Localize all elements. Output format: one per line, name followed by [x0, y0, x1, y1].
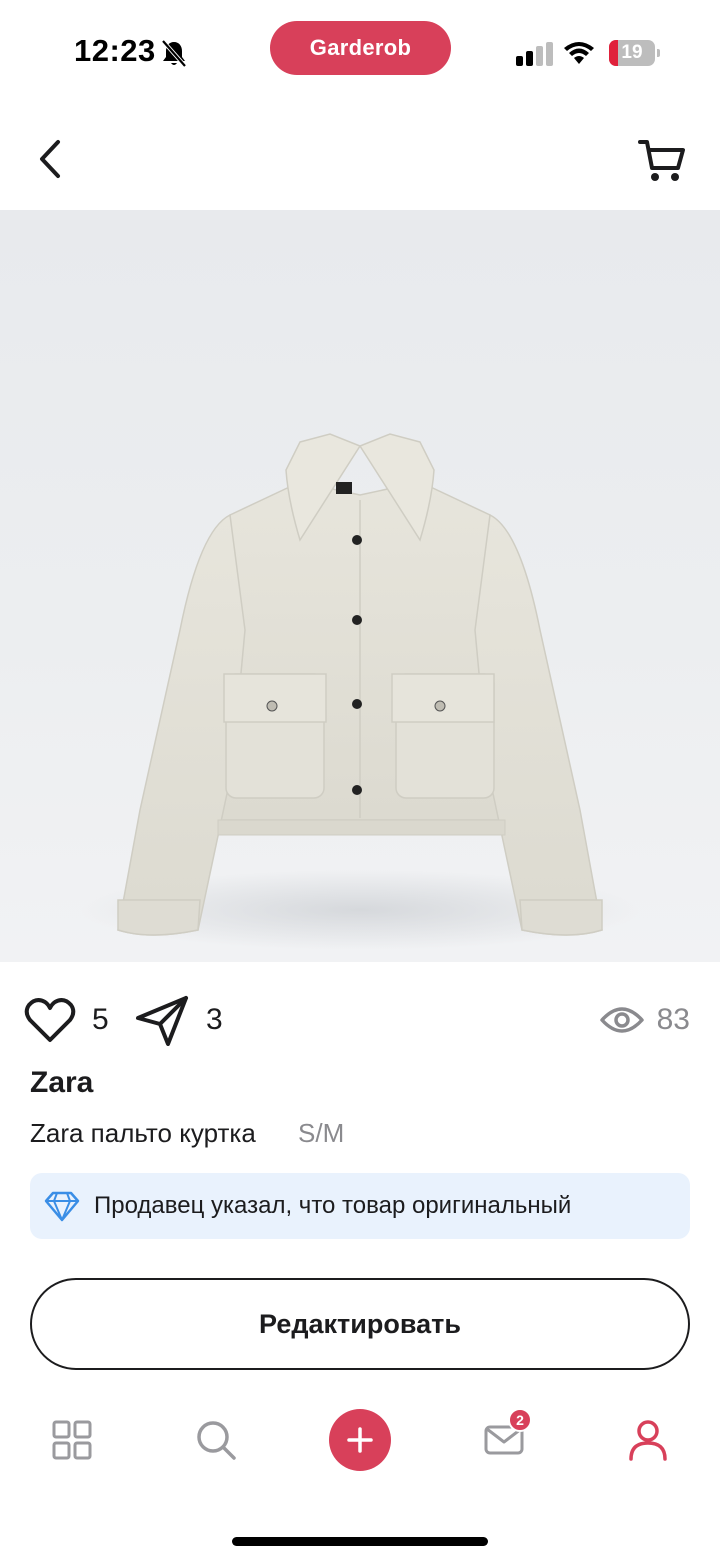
chevron-left-icon[interactable] [30, 134, 74, 184]
likes-count: 5 [92, 1003, 109, 1036]
grid-icon [52, 1420, 92, 1460]
product-actions: 5 3 83 [0, 985, 720, 1055]
views-count: 83 [656, 1003, 690, 1036]
shares-count: 3 [206, 1003, 223, 1036]
home-indicator [232, 1537, 488, 1546]
jacket-illustration [80, 433, 640, 950]
views-counter: 83 [599, 985, 690, 1055]
send-icon [136, 996, 188, 1046]
nav-bar [0, 100, 720, 210]
edit-button[interactable]: Редактировать [30, 1278, 690, 1370]
app-name-pill[interactable]: Garderob [270, 21, 451, 75]
status-time: 12:23 [74, 33, 156, 68]
original-note: Продавец указал, что товар оригинальный [94, 1192, 572, 1219]
product-brand[interactable]: Zara [30, 1066, 93, 1100]
like-button[interactable]: 5 [24, 985, 109, 1055]
tab-profile[interactable] [598, 1390, 698, 1490]
product-image[interactable] [0, 210, 720, 962]
tab-messages[interactable]: 2 [454, 1390, 554, 1490]
profile-icon [629, 1420, 667, 1461]
product-size: S/M [298, 1118, 345, 1148]
cart-icon[interactable] [636, 134, 688, 186]
share-button[interactable]: 3 [134, 985, 223, 1055]
search-icon [197, 1421, 236, 1460]
plus-icon [347, 1427, 373, 1453]
battery-level: 19 [621, 42, 643, 63]
messages-badge: 2 [508, 1408, 532, 1432]
tab-bar: 2 [0, 1390, 720, 1490]
tab-add[interactable] [310, 1390, 410, 1490]
tab-search[interactable] [166, 1390, 266, 1490]
battery-icon: 19 [609, 40, 661, 66]
tab-feed[interactable] [22, 1390, 122, 1490]
signal-icon [516, 42, 553, 66]
add-button[interactable] [329, 1409, 391, 1471]
original-badge: Продавец указал, что товар оригинальный [30, 1173, 690, 1239]
bell-off-icon [161, 39, 187, 68]
heart-icon [24, 998, 76, 1042]
diamond-icon [44, 1191, 80, 1222]
product-title: Zara пальто куртка [30, 1118, 256, 1148]
eye-icon [599, 1007, 644, 1033]
status-bar: 12:23 Garderob 19 [0, 0, 720, 100]
wifi-icon [564, 42, 594, 64]
